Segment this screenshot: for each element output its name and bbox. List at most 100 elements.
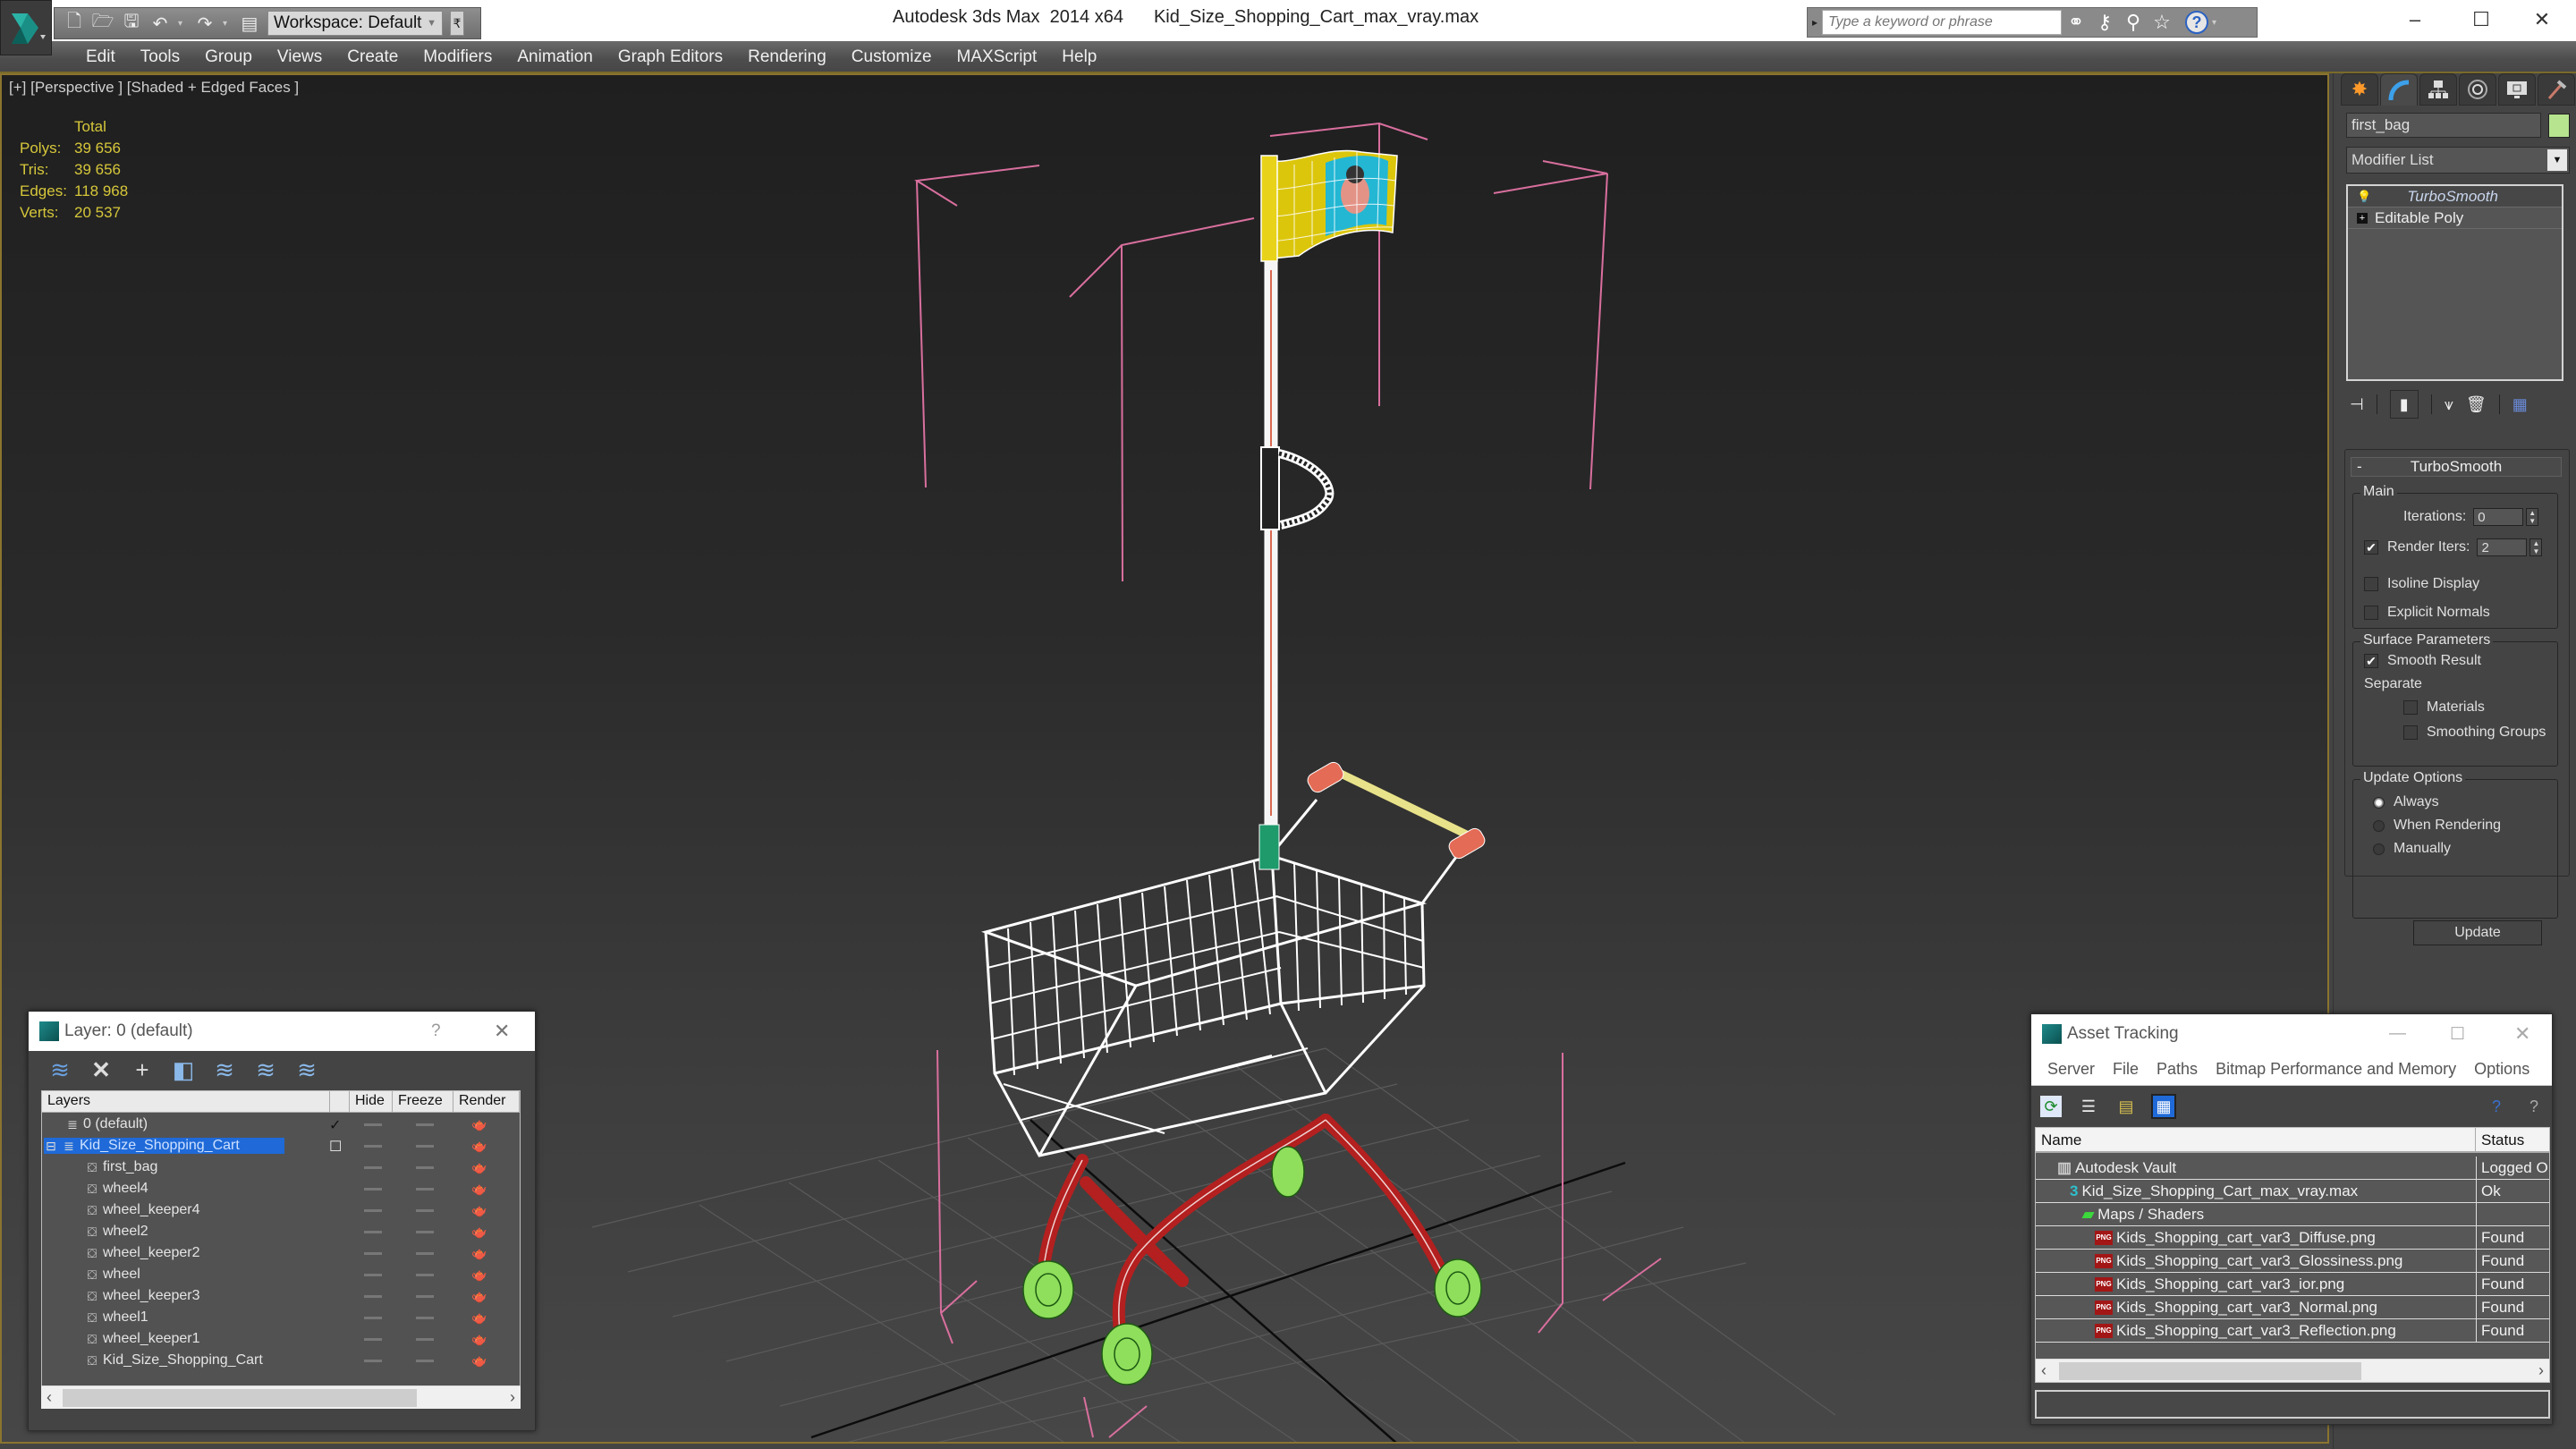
set-current-layer-icon[interactable]: ≋ bbox=[254, 1056, 277, 1083]
layer-row[interactable]: ≣ 0 (default) ✓ 🫖 bbox=[42, 1114, 519, 1136]
list-view-icon[interactable]: ☰ bbox=[2078, 1096, 2099, 1117]
tab-hierarchy[interactable] bbox=[2419, 73, 2457, 106]
collapse-icon[interactable]: ⊟ bbox=[44, 1139, 58, 1153]
asset-row[interactable]: PNG Kids_Shopping_cart_var3_Reflection.pn… bbox=[2036, 1319, 2549, 1343]
tab-create[interactable]: ✸ bbox=[2341, 73, 2378, 106]
menu-bitmap-performance[interactable]: Bitmap Performance and Memory bbox=[2207, 1060, 2465, 1079]
freeze-toggle[interactable] bbox=[416, 1166, 434, 1169]
hide-toggle[interactable] bbox=[364, 1295, 382, 1298]
asset-row[interactable]: ▥ Autodesk Vault Logged O bbox=[2036, 1157, 2549, 1180]
menu-paths[interactable]: Paths bbox=[2148, 1060, 2207, 1079]
layer-row[interactable]: ⛋ wheel1 🫖 bbox=[42, 1308, 519, 1329]
table-view-icon[interactable]: ▦ bbox=[2151, 1094, 2176, 1119]
asset-path-field[interactable] bbox=[2035, 1390, 2550, 1419]
scrollbar-thumb[interactable] bbox=[2059, 1362, 2361, 1380]
layer-name[interactable]: ⛋ wheel_keeper2 bbox=[85, 1245, 200, 1261]
menu-group[interactable]: Group bbox=[192, 46, 265, 69]
layer-horizontal-scrollbar[interactable]: ‹ › bbox=[41, 1385, 521, 1409]
iterations-field[interactable] bbox=[2473, 508, 2524, 526]
menu-edit[interactable]: Edit bbox=[73, 46, 128, 69]
layer-name[interactable]: ⛋ wheel1 bbox=[85, 1309, 148, 1326]
modifier-list-dropdown[interactable]: Modifier List ▼ bbox=[2346, 147, 2570, 174]
iterations-spinner[interactable]: ▲ ▼ bbox=[2526, 508, 2539, 526]
isoline-display-checkbox[interactable] bbox=[2364, 577, 2378, 591]
asset-row[interactable]: PNG Kids_Shopping_cart_var3_Glossiness.pn… bbox=[2036, 1250, 2549, 1273]
configure-modifier-sets-icon[interactable]: ▦ bbox=[2512, 395, 2528, 414]
layer-row[interactable]: ⛋ wheel_keeper3 🫖 bbox=[42, 1286, 519, 1308]
render-teapot-icon[interactable]: 🫖 bbox=[471, 1139, 487, 1153]
freeze-toggle[interactable] bbox=[416, 1252, 434, 1255]
freeze-toggle[interactable] bbox=[416, 1295, 434, 1298]
open-file-icon[interactable]: 🗁 bbox=[92, 12, 114, 34]
menu-server[interactable]: Server bbox=[2038, 1060, 2104, 1079]
column-render[interactable]: Render bbox=[453, 1091, 520, 1113]
help-icon[interactable]: ? bbox=[2523, 1096, 2545, 1117]
update-manually-radio[interactable] bbox=[2373, 843, 2385, 855]
hide-toggle[interactable] bbox=[364, 1209, 382, 1212]
layer-row[interactable]: ⛋ wheel2 🫖 bbox=[42, 1222, 519, 1243]
rollout-header[interactable]: - TurboSmooth bbox=[2351, 457, 2562, 477]
communication-center-icon[interactable]: ⚲ bbox=[2119, 9, 2148, 36]
freeze-toggle[interactable] bbox=[416, 1231, 434, 1233]
minimize-button[interactable]: — bbox=[2389, 1024, 2406, 1044]
update-when-rendering-radio[interactable] bbox=[2373, 819, 2385, 832]
column-name[interactable]: Name bbox=[2036, 1128, 2476, 1153]
smooth-result-checkbox[interactable]: ✔ bbox=[2364, 654, 2378, 668]
freeze-toggle[interactable] bbox=[416, 1209, 434, 1212]
column-layers[interactable]: Layers bbox=[42, 1091, 330, 1113]
tab-modify[interactable] bbox=[2380, 73, 2418, 106]
scroll-right-icon[interactable]: › bbox=[2538, 1361, 2544, 1380]
close-button[interactable]: ✕ bbox=[2515, 4, 2569, 36]
menu-file[interactable]: File bbox=[2104, 1060, 2148, 1079]
menu-graph-editors[interactable]: Graph Editors bbox=[606, 46, 735, 69]
search-input[interactable] bbox=[1822, 10, 2062, 35]
layer-row[interactable]: ⛋ wheel 🫖 bbox=[42, 1265, 519, 1286]
hide-toggle[interactable] bbox=[364, 1166, 382, 1169]
update-button[interactable]: Update bbox=[2413, 920, 2542, 945]
layer-name[interactable]: ⛋ wheel4 bbox=[85, 1181, 148, 1197]
freeze-toggle[interactable] bbox=[416, 1123, 434, 1126]
menu-animation[interactable]: Animation bbox=[504, 46, 606, 69]
maximize-button[interactable]: ☐ bbox=[2450, 1024, 2465, 1045]
tree-view-icon[interactable]: ▤ bbox=[2115, 1096, 2137, 1117]
menu-create[interactable]: Create bbox=[335, 46, 411, 69]
layer-name[interactable]: ⛋ wheel bbox=[85, 1267, 140, 1283]
update-always-radio[interactable] bbox=[2373, 796, 2385, 809]
delete-layer-icon[interactable]: ✕ bbox=[89, 1056, 113, 1083]
asset-row[interactable]: 3 Kid_Size_Shopping_Cart_max_vray.max Ok bbox=[2036, 1180, 2549, 1203]
layer-name[interactable]: ⛋ Kid_Size_Shopping_Cart bbox=[85, 1352, 263, 1368]
hide-toggle[interactable] bbox=[364, 1145, 382, 1148]
materials-checkbox[interactable] bbox=[2403, 700, 2418, 715]
render-iters-checkbox[interactable]: ✔ bbox=[2364, 540, 2378, 555]
render-teapot-icon[interactable]: 🫖 bbox=[471, 1117, 487, 1131]
freeze-toggle[interactable] bbox=[416, 1338, 434, 1341]
render-teapot-icon[interactable]: 🫖 bbox=[471, 1246, 487, 1260]
stack-item-editable-poly[interactable]: + Editable Poly bbox=[2348, 208, 2562, 229]
create-layer-icon[interactable]: ≋ bbox=[48, 1056, 72, 1083]
freeze-toggle[interactable] bbox=[416, 1145, 434, 1148]
dialog-title-bar[interactable]: Layer: 0 (default) ? ✕ bbox=[29, 1012, 535, 1051]
favorites-star-icon[interactable]: ☆ bbox=[2148, 9, 2176, 36]
undo-dropdown-icon[interactable]: ▾ bbox=[178, 19, 187, 29]
freeze-toggle[interactable] bbox=[416, 1274, 434, 1276]
hide-toggle[interactable] bbox=[364, 1252, 382, 1255]
help-dropdown-icon[interactable]: ▾ bbox=[2212, 18, 2221, 28]
binoculars-search-icon[interactable]: ⚭ bbox=[2062, 9, 2090, 36]
scroll-left-icon[interactable]: ‹ bbox=[47, 1388, 52, 1407]
column-status[interactable]: Status bbox=[2476, 1128, 2549, 1153]
layer-row[interactable]: ⊟ ≣ Kid_Size_Shopping_Cart ☐ 🫖 bbox=[42, 1136, 519, 1157]
layer-name[interactable]: ⛋ wheel_keeper4 bbox=[85, 1202, 200, 1218]
redo-icon[interactable]: ↷ bbox=[194, 13, 216, 34]
render-teapot-icon[interactable]: 🫖 bbox=[471, 1203, 487, 1217]
hide-toggle[interactable] bbox=[364, 1231, 382, 1233]
layer-row[interactable]: ⛋ wheel_keeper2 🫖 bbox=[42, 1243, 519, 1265]
project-folder-icon[interactable]: ▤ bbox=[239, 13, 260, 34]
lightbulb-icon[interactable]: 💡 bbox=[2357, 190, 2371, 204]
freeze-toggle[interactable] bbox=[416, 1317, 434, 1319]
hide-toggle[interactable] bbox=[364, 1317, 382, 1319]
redo-dropdown-icon[interactable]: ▾ bbox=[223, 19, 232, 29]
asset-row[interactable]: PNG Kids_Shopping_cart_var3_ior.png Found bbox=[2036, 1273, 2549, 1296]
asset-horizontal-scrollbar[interactable]: ‹ › bbox=[2036, 1359, 2549, 1382]
minimize-button[interactable]: – bbox=[2388, 4, 2442, 36]
tab-display[interactable] bbox=[2498, 73, 2536, 106]
